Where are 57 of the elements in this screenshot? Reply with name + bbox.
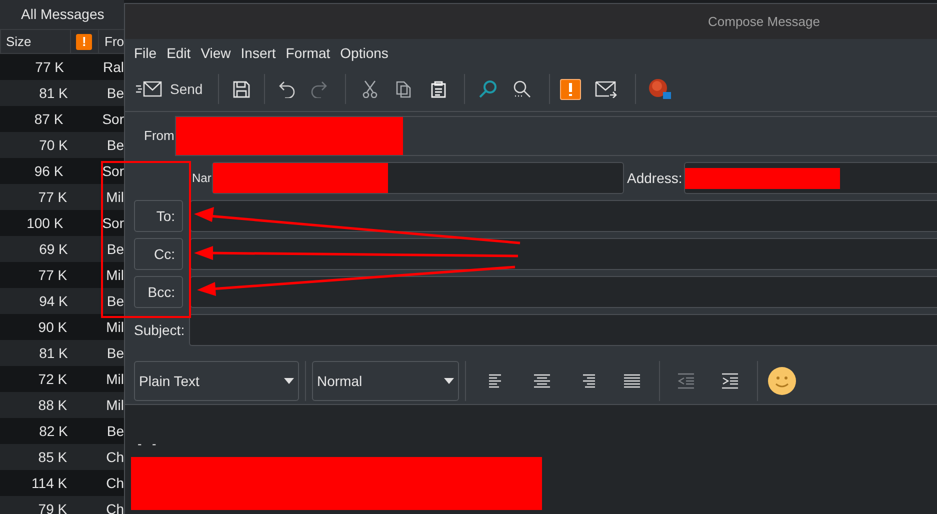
table-cell-text: 69 K [38, 240, 68, 258]
table-cell-text: Be [106, 422, 124, 440]
table-cell-text: 81 K [38, 344, 68, 362]
table-cell-text: Be [106, 136, 124, 154]
table-cell-text: 81 K [38, 84, 68, 102]
table-cell-text: 77 K [34, 58, 64, 76]
table-cell-text: 88 K [37, 396, 68, 414]
table-cell-text: 79 K [37, 500, 68, 514]
table-cell-text: Sor [102, 162, 124, 180]
table-cell-text: Be [106, 292, 124, 310]
paragraph-style-dropdown[interactable]: Normal [312, 361, 459, 401]
signature-text: - - [136, 436, 158, 453]
table-cell-text: Mil [106, 188, 124, 206]
table-cell-text: Ch [106, 474, 124, 492]
column-header[interactable]: Size [6, 32, 32, 52]
table-cell-text: Mil [106, 370, 124, 388]
menu-item[interactable]: File [134, 43, 157, 67]
recipient-type-button[interactable]: Bcc: [134, 276, 183, 308]
column-header[interactable]: Fro [104, 32, 124, 52]
menu-item[interactable]: View [200, 43, 231, 67]
field-label: From [144, 127, 175, 146]
field-label: Nar [192, 170, 212, 187]
table-cell-text: 96 K [33, 162, 64, 180]
table-cell-text: Ral [102, 58, 124, 76]
table-cell-text: Be [106, 84, 124, 102]
table-cell-text: Be [106, 240, 124, 258]
table-cell-text: Sor [102, 214, 124, 232]
table-cell-text: 77 K [37, 266, 68, 284]
table-cell-text: Mil [106, 318, 124, 336]
table-cell-text: Be [106, 344, 124, 362]
window-title: Compose Message [708, 12, 820, 31]
table-cell-text: 72 K [37, 370, 68, 388]
menu-item[interactable]: Options [340, 43, 388, 67]
menu-item[interactable]: Format [286, 43, 330, 67]
table-cell-text: Ch [106, 448, 124, 466]
table-cell-text: 82 K [38, 422, 68, 440]
menu-item[interactable]: Insert [240, 43, 276, 67]
recipient-type-button[interactable]: To: [134, 200, 183, 232]
table-cell-text: Ch [106, 500, 124, 514]
send-button[interactable]: Send [135, 73, 204, 105]
table-cell-text: 70 K [38, 136, 68, 154]
text-mode-dropdown[interactable]: Plain Text [134, 361, 299, 401]
field-label: Subject: [134, 320, 186, 340]
table-cell-text: 77 K [37, 188, 68, 206]
table-cell-text: 100 K [26, 214, 64, 232]
recipient-type-button[interactable]: Cc: [134, 238, 183, 270]
table-cell-text: Sor [102, 110, 124, 128]
table-cell-text: Mil [106, 266, 124, 284]
table-cell-text: 94 K [38, 292, 68, 310]
table-cell-text: 87 K [33, 110, 64, 128]
table-cell-text: 85 K [37, 448, 68, 466]
table-cell-text: 114 K [30, 474, 68, 492]
table-cell-text: Mil [106, 396, 124, 414]
field-label: Address: [627, 168, 682, 188]
menu-item[interactable]: Edit [166, 43, 191, 67]
table-cell-text: 90 K [37, 318, 68, 336]
message-body-editor[interactable]: - - [125, 405, 937, 514]
